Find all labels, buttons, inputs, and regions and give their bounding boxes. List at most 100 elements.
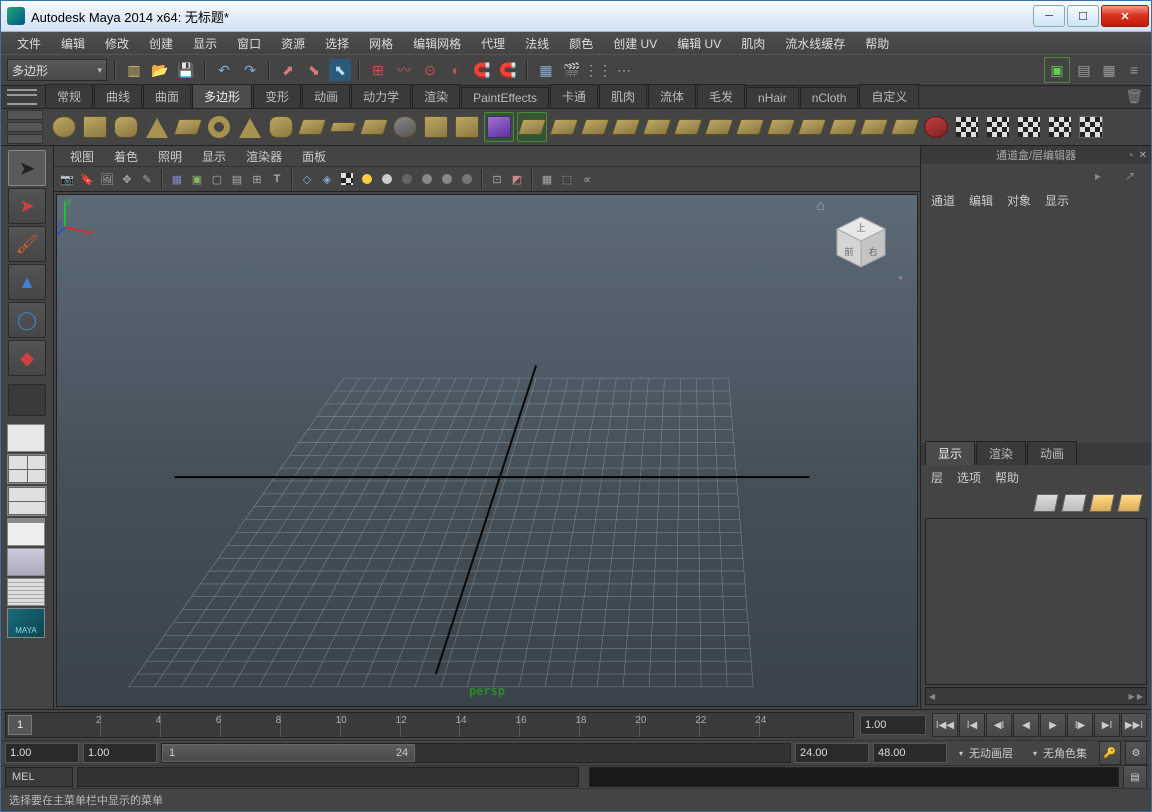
snap-point-icon[interactable]: ⊙ — [419, 59, 441, 81]
close-button[interactable]: ✕ — [1101, 5, 1149, 27]
range-inner-end-field[interactable]: 24.00 — [795, 743, 869, 763]
poly-cone-icon[interactable] — [143, 113, 171, 141]
poly-sphere-icon[interactable] — [50, 113, 78, 141]
menu-color[interactable]: 颜色 — [559, 32, 603, 55]
maximize-button[interactable]: ☐ — [1067, 5, 1099, 27]
shelf-tab[interactable]: 变形 — [253, 84, 301, 108]
layer-tab-display[interactable]: 显示 — [925, 441, 975, 465]
layer-scrollbar[interactable] — [925, 687, 1147, 705]
poly-cylinder-icon[interactable] — [112, 113, 140, 141]
persp-layout-icon[interactable] — [7, 548, 45, 576]
new-layer-assign-icon[interactable] — [1061, 494, 1087, 512]
screen-ao-icon[interactable] — [438, 170, 456, 188]
poly-split-icon[interactable] — [860, 113, 888, 141]
minimize-button[interactable]: ─ — [1033, 5, 1065, 27]
uv-sphere-icon[interactable] — [1015, 113, 1043, 141]
poly-type-icon[interactable] — [391, 113, 419, 141]
poly-insert-icon[interactable] — [705, 113, 733, 141]
shelf-options-icon[interactable] — [7, 110, 43, 144]
range-start-field[interactable]: 1.00 — [5, 743, 79, 763]
render-icon[interactable]: 🎬 — [561, 59, 583, 81]
cmd-lang-label[interactable]: MEL — [5, 767, 73, 787]
char-set-dropdown[interactable]: 无角色集 — [1025, 744, 1095, 762]
expose-icon[interactable]: ▦ — [538, 170, 556, 188]
shelf-menu-icon[interactable] — [7, 89, 37, 105]
poly-collapse-icon[interactable] — [829, 113, 857, 141]
poly-bridge-icon[interactable] — [581, 113, 609, 141]
poly-multicut-icon[interactable] — [674, 113, 702, 141]
select-comp-icon[interactable]: ⬉ — [329, 59, 351, 81]
menu-pipeline[interactable]: 流水线缓存 — [775, 32, 855, 55]
panel-menu-lighting[interactable]: 照明 — [148, 146, 192, 167]
textured-icon[interactable] — [338, 170, 356, 188]
shelf-tab[interactable]: nCloth — [800, 87, 859, 108]
chan-tab-object[interactable]: 对象 — [1007, 192, 1031, 209]
snap-grid-icon[interactable]: ⊞ — [367, 59, 389, 81]
close-panel-icon[interactable]: ✕ — [1139, 150, 1147, 161]
move-tool[interactable]: ▲ — [8, 264, 46, 300]
paint-select-tool[interactable]: 🖌 — [8, 226, 46, 262]
menu-muscle[interactable]: 肌肉 — [731, 32, 775, 55]
four-pane-icon[interactable] — [7, 454, 47, 484]
field-chart-icon[interactable]: ⊞ — [248, 170, 266, 188]
safe-action-icon[interactable]: T — [268, 170, 286, 188]
uv-cyl-icon[interactable] — [984, 113, 1012, 141]
menu-select[interactable]: 选择 — [315, 32, 359, 55]
two-pane-v-icon[interactable] — [7, 486, 47, 516]
time-ruler[interactable]: 1 24681012141618202224 — [5, 712, 854, 738]
menu-assets[interactable]: 资源 — [271, 32, 315, 55]
menu-mesh[interactable]: 网格 — [359, 32, 403, 55]
layer-tab-render[interactable]: 渲染 — [976, 441, 1026, 465]
script-editor-button[interactable]: ▤ — [1123, 765, 1147, 789]
motion-blur-icon[interactable] — [458, 170, 476, 188]
single-pane-icon[interactable] — [7, 424, 45, 452]
panel-layout3-icon[interactable]: ≡ — [1123, 59, 1145, 81]
autokey-button[interactable]: 🔑 — [1099, 741, 1121, 765]
shelf-tab[interactable]: 曲面 — [143, 84, 191, 108]
poly-offset-icon[interactable] — [736, 113, 764, 141]
shadows-icon[interactable] — [418, 170, 436, 188]
menu-createuv[interactable]: 创建 UV — [603, 32, 667, 55]
new-scene-icon[interactable]: ▥ — [123, 59, 145, 81]
panel-layout1-icon[interactable]: ▤ — [1073, 59, 1095, 81]
play-fwd-button[interactable]: ▶ — [1040, 713, 1066, 737]
film-gate-icon[interactable]: ▣ — [188, 170, 206, 188]
range-track[interactable]: 1 24 — [161, 743, 791, 763]
shelf-tab[interactable]: 曲线 — [94, 84, 142, 108]
poly-pipe-icon[interactable] — [267, 113, 295, 141]
poly-torus-icon[interactable] — [205, 113, 233, 141]
isolate-icon[interactable]: ⊡ — [488, 170, 506, 188]
panel-menu-shading[interactable]: 着色 — [104, 146, 148, 167]
menu-help[interactable]: 帮助 — [855, 32, 899, 55]
poly-boolean-icon[interactable] — [517, 112, 547, 142]
shelf-tab[interactable]: 渲染 — [412, 84, 460, 108]
poly-combine-icon[interactable] — [422, 113, 450, 141]
poly-bevel-icon[interactable] — [767, 113, 795, 141]
undo-icon[interactable]: ↶ — [213, 59, 235, 81]
save-scene-icon[interactable]: 💾 — [175, 59, 197, 81]
module-selector[interactable]: 多边形 — [7, 59, 107, 81]
ipr-icon[interactable]: ⋮⋮ — [587, 59, 609, 81]
grid-icon[interactable]: ▦ — [168, 170, 186, 188]
cam-bookmark-icon[interactable]: 🔖 — [78, 170, 96, 188]
shelf-tab-active[interactable]: 多边形 — [192, 84, 252, 108]
render-settings-icon[interactable]: ⋯ — [613, 59, 635, 81]
xray-toggle-icon[interactable]: ▣ — [1044, 57, 1070, 83]
menu-display[interactable]: 显示 — [183, 32, 227, 55]
snap-plane-icon[interactable]: ◐ — [445, 59, 467, 81]
uv-editor-icon[interactable] — [1077, 113, 1105, 141]
shaded-icon[interactable]: ◈ — [318, 170, 336, 188]
poly-prism-icon[interactable] — [236, 113, 264, 141]
scale-tool[interactable]: ◆ — [8, 340, 46, 376]
menu-modify[interactable]: 修改 — [95, 32, 139, 55]
snap-live-icon[interactable]: 🧲 — [471, 59, 493, 81]
snap-curve-icon[interactable]: 〰 — [393, 59, 415, 81]
res-gate-icon[interactable]: ▢ — [208, 170, 226, 188]
channel-list[interactable] — [921, 213, 1151, 443]
rotate-tool[interactable]: ◯ — [8, 302, 46, 338]
select-tool[interactable]: ➤ — [8, 150, 46, 186]
menu-edit[interactable]: 编辑 — [51, 32, 95, 55]
persp-viewport[interactable]: ⌂ 上 前 右 ● y x z persp — [56, 194, 918, 707]
redo-icon[interactable]: ↷ — [239, 59, 261, 81]
shelf-tab[interactable]: 常规 — [45, 84, 93, 108]
